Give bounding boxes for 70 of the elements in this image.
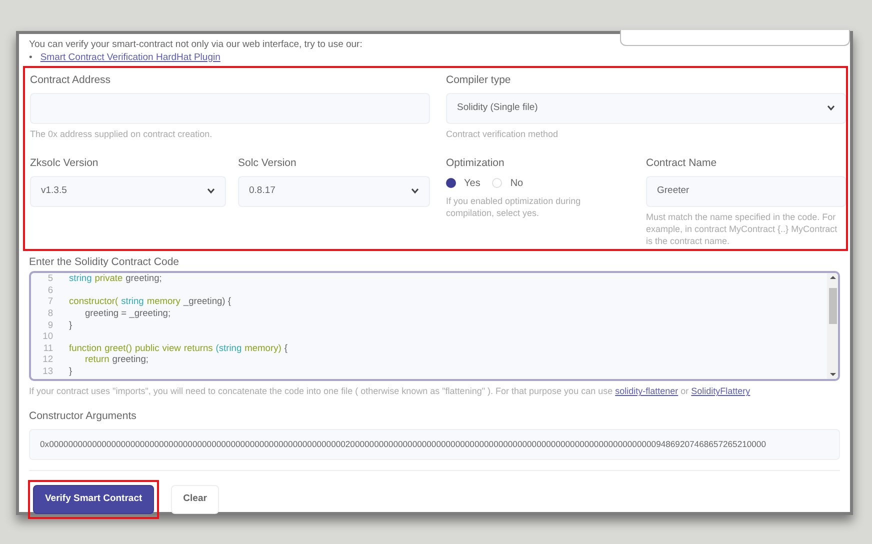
code-token: greeting; xyxy=(126,273,162,284)
code-editor[interactable]: 5 string private greeting; 6 7 constructor( string memory _greeting) { 8 greeting = _greeting; 9 } 10 11 function greet() public view returns (string memory) { 12 return greeting; 13 } xyxy=(29,271,840,382)
input-field[interactable]: 0x000000000000000000000000000000000000000000000000000000000000002000000000000000000000000000000000000000000000000000000000000000094869207468657265210000 xyxy=(29,429,840,460)
code-token: greeting = _greeting; xyxy=(85,308,171,318)
field-value: v1.3.5 xyxy=(41,184,67,198)
field-label: Constructor Arguments xyxy=(29,409,138,424)
field-value: 0.8.17 xyxy=(249,184,276,198)
plugin-link[interactable]: Smart Contract Verification HardHat Plugin xyxy=(40,51,220,64)
radio-label[interactable]: No xyxy=(510,176,524,190)
line-number: 12 xyxy=(42,354,53,366)
input-field[interactable] xyxy=(620,30,850,46)
field-label: Solc Version xyxy=(238,156,298,171)
scrollbar-thumb[interactable] xyxy=(828,288,836,324)
line-number: 5 xyxy=(46,273,53,285)
code-token: _greeting) { xyxy=(183,296,231,306)
line-number: 6 xyxy=(46,284,53,296)
radio-button[interactable] xyxy=(446,178,456,188)
line-number: 7 xyxy=(46,296,53,308)
code-token: constructor( xyxy=(69,296,118,306)
code-token: (string xyxy=(216,342,242,353)
help-text: Must match the name specified in the code. For example, in contract MyContract {..} MyContract is the contract name. xyxy=(646,210,838,246)
help-text: The 0x address supplied on contract creation. xyxy=(30,128,214,140)
code-token: string xyxy=(121,296,144,306)
field-value: Solidity (Single file) xyxy=(457,101,538,116)
select-field[interactable]: 0.8.17 xyxy=(238,176,430,206)
help-text: If you enabled optimization during compilation, select yes. xyxy=(446,194,582,218)
field-label: Contract Address xyxy=(30,73,112,88)
code-token: public xyxy=(134,342,160,353)
code-token: returns xyxy=(184,342,213,353)
code-token: memory xyxy=(146,296,180,306)
field-value: Greeter xyxy=(657,184,690,198)
bullet-icon: • xyxy=(29,51,32,64)
code-token: memory) xyxy=(244,342,282,353)
verify-button[interactable]: Verify Smart Contract xyxy=(33,485,154,514)
field-label: Compiler type xyxy=(446,73,512,88)
line-number: 9 xyxy=(46,320,53,332)
intro-text: You can verify your smart-contract not only via our web interface, try to use our: xyxy=(29,38,364,51)
radio-label[interactable]: Yes xyxy=(464,176,480,190)
field-label: Enter the Solidity Contract Code xyxy=(29,254,180,270)
code-token: private xyxy=(94,273,123,284)
code-token: greeting; xyxy=(112,354,148,364)
field-value: 0x000000000000000000000000000000000000000000000000000000000000002000000000000000000000000000000000000000000000000000000000000000094869207468657265210000 xyxy=(40,438,766,451)
code-token: view xyxy=(162,342,181,353)
code-token: return xyxy=(85,354,110,364)
clear-button[interactable]: Clear xyxy=(171,485,219,514)
tool-link[interactable]: solidity-flattener xyxy=(615,386,678,396)
code-token: function xyxy=(69,342,102,353)
line-number: 8 xyxy=(46,308,53,320)
scroll-down-icon[interactable] xyxy=(828,372,836,378)
chevron-down-icon xyxy=(207,188,215,194)
select-field[interactable]: v1.3.5 xyxy=(30,176,226,206)
help-text: Contract verification method xyxy=(446,128,560,140)
code-token: string xyxy=(69,273,92,284)
chevron-down-icon xyxy=(411,188,419,194)
select-field[interactable]: Solidity (Single file) xyxy=(446,92,846,124)
code-token: } xyxy=(69,366,72,376)
tool-link[interactable]: SolidityFlattery xyxy=(691,386,750,396)
line-number: 10 xyxy=(42,331,53,343)
code-token: { xyxy=(284,342,288,353)
field-label: Contract Name xyxy=(646,156,718,171)
code-token: } xyxy=(69,320,72,330)
field-label: Zksolc Version xyxy=(30,156,100,171)
help-text: If your contract uses "imports", you will need to concatenate the code into one file ( otherwise known as "flattening" ). For that purpose you can use solidity-flattener or SolidityFlattery xyxy=(29,385,752,398)
line-number: 11 xyxy=(42,342,53,354)
input-field[interactable]: Greeter xyxy=(646,176,846,206)
field-label: Optimization xyxy=(446,156,506,171)
chevron-down-icon xyxy=(827,105,835,112)
code-token: greet() xyxy=(104,342,132,353)
line-number: 13 xyxy=(42,366,53,378)
scroll-up-icon[interactable] xyxy=(828,275,836,280)
